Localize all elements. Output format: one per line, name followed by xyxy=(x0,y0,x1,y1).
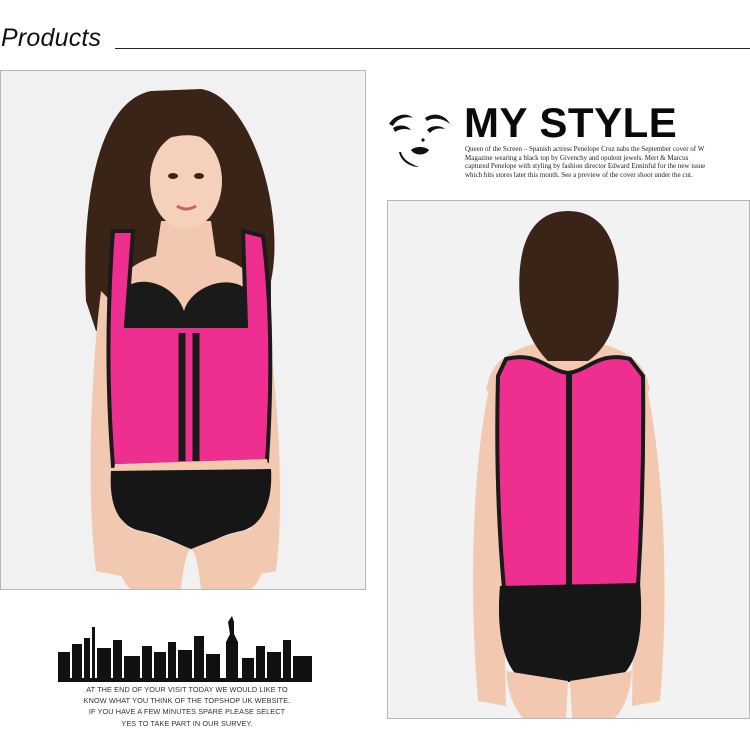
product-photo-back xyxy=(387,200,750,719)
my-style-title: MY STYLE xyxy=(464,99,678,146)
section-title: Products xyxy=(1,24,102,52)
header-divider xyxy=(115,48,750,49)
my-style-banner: MY STYLE Queen of the Screen – Spanish a… xyxy=(385,100,715,180)
section-header: Products xyxy=(0,22,750,56)
survey-notice-text: AT THE END OF YOUR VISIT TODAY WE WOULD … xyxy=(83,685,291,728)
face-icon xyxy=(389,114,450,167)
my-style-text: Queen of the Screen – Spanish actress Pe… xyxy=(465,145,706,179)
product-photo-front xyxy=(0,70,366,590)
city-skyline-icon xyxy=(58,616,312,682)
